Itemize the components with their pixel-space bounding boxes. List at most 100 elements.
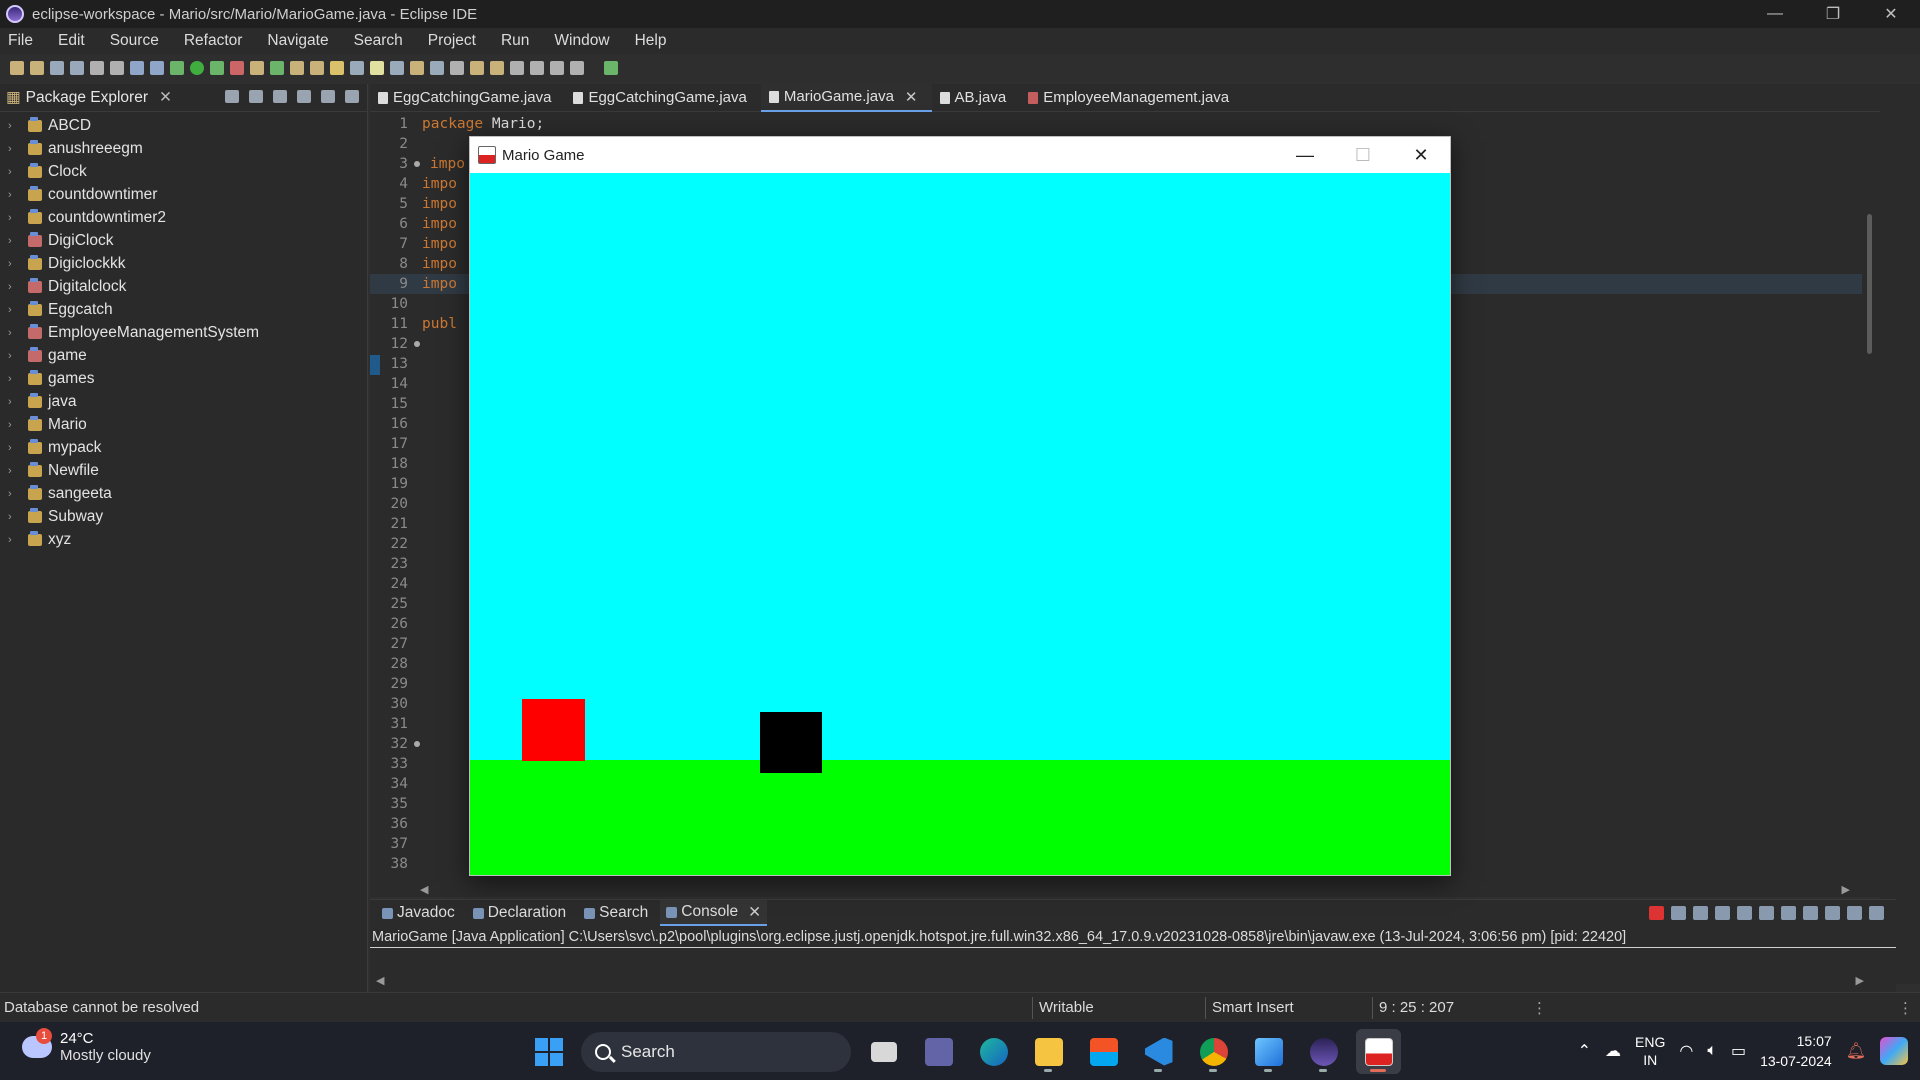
prev-annotation-icon[interactable]: [490, 61, 504, 75]
tab-console[interactable]: Console ✕: [660, 900, 768, 926]
chevron-right-icon[interactable]: ›: [8, 304, 22, 316]
editor-tab[interactable]: EggCatchingGame.java: [370, 84, 565, 112]
tree-item-project[interactable]: › countdowntimer: [0, 183, 367, 206]
open-task-icon[interactable]: [310, 61, 324, 75]
word-wrap-console-icon[interactable]: [1737, 906, 1752, 920]
start-button[interactable]: [526, 1029, 571, 1074]
terminate-icon[interactable]: [1649, 906, 1664, 920]
maximize-view-icon[interactable]: [345, 90, 359, 103]
chevron-right-icon[interactable]: ›: [8, 281, 22, 293]
task-view-button[interactable]: [861, 1029, 906, 1074]
arrow-right-icon[interactable]: [570, 61, 584, 75]
new-class-icon[interactable]: [270, 61, 284, 75]
tree-item-project[interactable]: › EmployeeManagementSystem: [0, 321, 367, 344]
teams-button[interactable]: [916, 1029, 961, 1074]
display-console-icon[interactable]: [1825, 906, 1840, 920]
editor-tab[interactable]: MarioGame.java ✕: [760, 83, 932, 112]
perspective-icon[interactable]: [604, 61, 618, 75]
chrome-button[interactable]: [1191, 1029, 1236, 1074]
next-annotation-icon[interactable]: [470, 61, 484, 75]
menu-navigate[interactable]: Navigate: [267, 32, 328, 50]
chevron-right-icon[interactable]: ›: [8, 143, 22, 155]
link-editor-icon[interactable]: [249, 90, 263, 103]
save-all-icon[interactable]: [70, 61, 84, 75]
eclipse-taskbar-button[interactable]: [1301, 1029, 1346, 1074]
restore-button[interactable]: ❐: [1804, 0, 1862, 28]
undo-icon[interactable]: [90, 61, 104, 75]
chevron-right-icon[interactable]: ›: [8, 534, 22, 546]
minimize-view-icon[interactable]: [321, 90, 335, 103]
chevron-right-icon[interactable]: ›: [8, 235, 22, 247]
arrow-left-icon[interactable]: [550, 61, 564, 75]
minimize-button[interactable]: —: [1746, 0, 1804, 28]
close-button[interactable]: ✕: [1862, 0, 1920, 28]
photos-button[interactable]: [1246, 1029, 1291, 1074]
wifi-icon[interactable]: ◠: [1679, 1041, 1693, 1061]
pin-console-icon[interactable]: [1759, 906, 1774, 920]
fold-marker-icon[interactable]: [414, 741, 420, 747]
volume-icon[interactable]: 🔈︎: [1707, 1042, 1717, 1060]
menu-refactor[interactable]: Refactor: [184, 32, 243, 50]
scroll-right-icon[interactable]: ▶: [1842, 883, 1850, 896]
tree-item-project[interactable]: › Digitalclock: [0, 275, 367, 298]
chevron-right-icon[interactable]: ›: [8, 327, 22, 339]
tree-item-project[interactable]: › xyz: [0, 528, 367, 551]
battery-icon[interactable]: ▭: [1731, 1041, 1746, 1061]
chevron-right-icon[interactable]: ›: [8, 350, 22, 362]
menu-help[interactable]: Help: [635, 32, 667, 50]
editor-tab[interactable]: AB.java: [932, 84, 1021, 112]
taskbar-search[interactable]: Search: [581, 1031, 851, 1072]
close-icon[interactable]: ✕: [159, 88, 172, 107]
remove-all-icon[interactable]: [1693, 906, 1708, 920]
java-taskbar-button[interactable]: [1356, 1029, 1401, 1074]
chevron-right-icon[interactable]: ›: [8, 120, 22, 132]
editor-horizontal-scrollbar[interactable]: ◀ ▶: [420, 881, 1850, 897]
menu-file[interactable]: File: [8, 32, 33, 50]
close-icon[interactable]: ✕: [748, 903, 761, 922]
block-selection-icon[interactable]: [390, 61, 404, 75]
status-menu-icon[interactable]: ⋮: [1532, 999, 1547, 1017]
weather-widget[interactable]: 1 24°C Mostly cloudy: [22, 1028, 151, 1064]
chevron-right-icon[interactable]: ›: [8, 189, 22, 201]
new-console-icon[interactable]: [1847, 906, 1862, 920]
notification-bell-icon[interactable]: 🔔︎: [1846, 1041, 1866, 1061]
tree-item-project[interactable]: › mypack: [0, 436, 367, 459]
game-canvas[interactable]: [470, 173, 1450, 875]
show-on-error-icon[interactable]: [1803, 906, 1818, 920]
pilcrow-icon[interactable]: [450, 61, 464, 75]
tree-item-project[interactable]: › Mario: [0, 413, 367, 436]
scroll-left-icon[interactable]: ◀: [420, 883, 428, 896]
close-button[interactable]: ✕: [1392, 137, 1450, 173]
coverage-icon[interactable]: [210, 61, 224, 75]
new-java-project-icon[interactable]: [250, 61, 264, 75]
fold-marker-icon[interactable]: [414, 341, 420, 347]
copilot-icon[interactable]: [1880, 1037, 1908, 1065]
scroll-right-icon[interactable]: ▶: [1856, 974, 1864, 988]
language-indicator[interactable]: ENG IN: [1635, 1033, 1665, 1069]
close-icon[interactable]: ✕: [905, 88, 918, 106]
filter-icon[interactable]: [273, 90, 287, 103]
save-icon[interactable]: [50, 61, 64, 75]
open-icon[interactable]: [30, 61, 44, 75]
annotation-icon[interactable]: [350, 61, 364, 75]
menu-window[interactable]: Window: [554, 32, 609, 50]
chevron-right-icon[interactable]: ›: [8, 166, 22, 178]
terminal-icon[interactable]: [130, 61, 144, 75]
remove-launch-icon[interactable]: [1671, 906, 1686, 920]
search-tool-icon[interactable]: [330, 61, 344, 75]
vscode-button[interactable]: [1136, 1029, 1181, 1074]
chevron-right-icon[interactable]: ›: [8, 373, 22, 385]
scroll-lock-icon[interactable]: [1715, 906, 1730, 920]
tab-search[interactable]: Search: [578, 900, 654, 926]
chevron-right-icon[interactable]: ›: [8, 396, 22, 408]
tree-item-project[interactable]: › sangeeta: [0, 482, 367, 505]
console-horizontal-scrollbar[interactable]: ◀ ▶: [370, 974, 1870, 988]
edge-button[interactable]: [971, 1029, 1016, 1074]
redo-icon[interactable]: [110, 61, 124, 75]
tree-item-project[interactable]: › countdowntimer2: [0, 206, 367, 229]
tab-package-explorer[interactable]: ▦ Package Explorer ✕: [6, 88, 172, 107]
tree-item-project[interactable]: › Newfile: [0, 459, 367, 482]
tree-item-project[interactable]: › Clock: [0, 160, 367, 183]
clock[interactable]: 15:07 13-07-2024: [1760, 1031, 1832, 1071]
status-menu-icon[interactable]: ⋮: [1898, 999, 1913, 1017]
